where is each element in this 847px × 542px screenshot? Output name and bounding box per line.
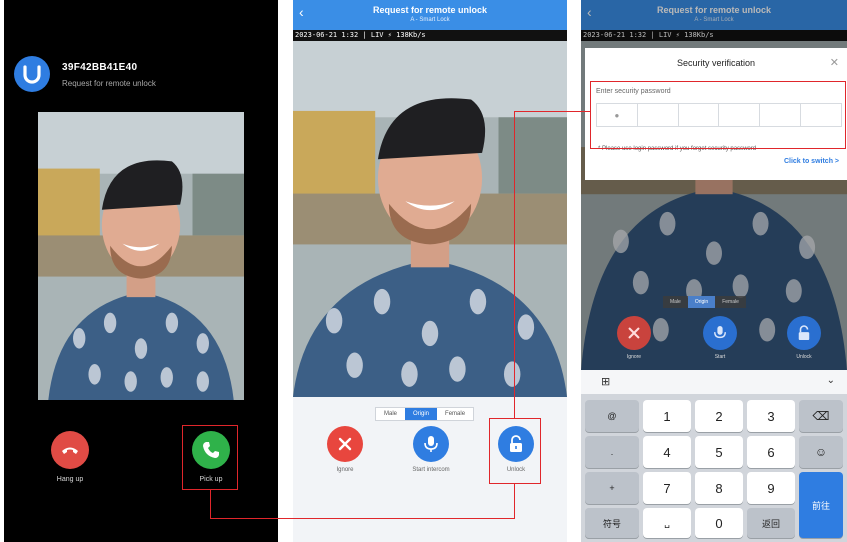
- tutorial-stage: 39F42BB41E40 Request for remote unlock H…: [0, 0, 847, 542]
- key-8[interactable]: 8: [695, 472, 743, 504]
- call-subtitle: Request for remote unlock: [62, 79, 156, 88]
- connector-line: [210, 518, 514, 519]
- key-1[interactable]: 1: [643, 400, 691, 432]
- start-intercom-label: Start intercom: [412, 467, 450, 473]
- backspace-key[interactable]: ⌫: [799, 400, 843, 432]
- unlock-icon: [798, 325, 810, 340]
- header-bar: ‹ Request for remote unlock A - Smart Lo…: [293, 0, 567, 30]
- key-3[interactable]: 3: [747, 400, 795, 432]
- connector-line: [210, 490, 211, 519]
- start-intercom-button[interactable]: [413, 426, 449, 462]
- voice-mode-female[interactable]: Female: [437, 408, 473, 420]
- hang-up-button[interactable]: [51, 431, 89, 469]
- key-dot[interactable]: .: [585, 436, 639, 468]
- connector-line: [514, 111, 590, 112]
- ignore-button[interactable]: [327, 426, 363, 462]
- dialog-title: Security verification: [676, 58, 756, 68]
- emoji-key[interactable]: ☺: [799, 436, 843, 468]
- return-key[interactable]: 返回: [747, 508, 795, 538]
- close-icon[interactable]: ✕: [830, 56, 839, 69]
- go-key[interactable]: 前往: [799, 472, 843, 538]
- header-title: Request for remote unlock: [372, 5, 488, 15]
- key-6[interactable]: 6: [747, 436, 795, 468]
- symbols-key[interactable]: 符号: [585, 508, 639, 538]
- key-4[interactable]: 4: [643, 436, 691, 468]
- start-label: Start: [714, 354, 726, 360]
- header-subtitle: A - Smart Lock: [410, 17, 450, 23]
- ignore-label: Ignore: [626, 354, 642, 360]
- key-plus[interactable]: +: [585, 472, 639, 504]
- unlock-button: [787, 316, 821, 350]
- device-id: 39F42BB41E40: [62, 62, 138, 73]
- visitor-video-feed: [293, 41, 567, 397]
- highlight-unlock: [489, 418, 541, 484]
- voice-changer-selector: Male Origin Female: [663, 296, 746, 308]
- highlight-password-field: [590, 81, 846, 149]
- voice-changer-selector[interactable]: Male Origin Female: [375, 407, 475, 421]
- keyboard-toolbar: ⊞ ⌄: [581, 370, 847, 394]
- visitor-video-feed: [38, 112, 244, 400]
- keyboard-collapse-icon[interactable]: ⌄: [827, 375, 835, 386]
- phone-hangup-icon: [62, 447, 78, 454]
- key-5[interactable]: 5: [695, 436, 743, 468]
- unlock-label: Unlock: [796, 354, 812, 360]
- voice-mode-origin[interactable]: Origin: [405, 408, 438, 420]
- space-key[interactable]: ␣: [643, 508, 691, 538]
- microphone-icon: [714, 326, 726, 339]
- video-osd-overlay: 2023-06-21 1:32 | LIV ⚡ 138Kb/s: [293, 30, 567, 41]
- key-9[interactable]: 9: [747, 472, 795, 504]
- close-icon: [628, 327, 640, 339]
- start-intercom-button: [703, 316, 737, 350]
- key-2[interactable]: 2: [695, 400, 743, 432]
- numeric-keyboard: ⊞ ⌄ @ . + - 1 2 3 ⌫ 4 5 6 ☺ 7 8 9 前往 符号 …: [581, 370, 847, 542]
- key-7[interactable]: 7: [643, 472, 691, 504]
- voice-mode-male: Male: [670, 299, 681, 305]
- voice-mode-male[interactable]: Male: [376, 408, 405, 420]
- app-logo-icon: [14, 56, 50, 92]
- close-icon: [338, 437, 352, 451]
- ignore-label: Ignore: [336, 467, 354, 473]
- hang-up-label: Hang up: [56, 476, 84, 483]
- grid-icon[interactable]: ⊞: [601, 375, 610, 388]
- ignore-button: [617, 316, 651, 350]
- connector-line: [514, 484, 515, 519]
- microphone-icon: [424, 436, 438, 452]
- connector-line: [514, 111, 515, 418]
- voice-mode-origin: Origin: [687, 296, 716, 308]
- key-at[interactable]: @: [585, 400, 639, 432]
- highlight-pick-up: [182, 425, 238, 490]
- voice-mode-female: Female: [722, 299, 739, 305]
- switch-verification-link[interactable]: Click to switch >: [784, 158, 839, 165]
- key-0[interactable]: 0: [695, 508, 743, 538]
